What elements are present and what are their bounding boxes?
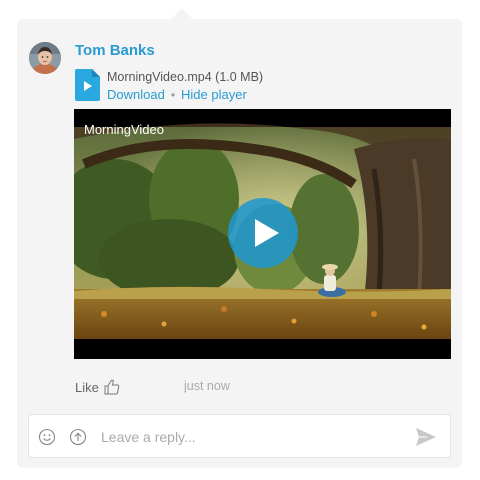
thumbs-up-icon xyxy=(104,379,120,395)
video-player[interactable]: MorningVideo xyxy=(74,109,451,359)
video-title: MorningVideo xyxy=(84,122,164,137)
attachment-actions: Download • Hide player xyxy=(107,87,247,102)
attachment-file-name: MorningVideo.mp4 (1.0 MB) xyxy=(107,70,264,84)
send-icon xyxy=(416,428,436,446)
play-icon xyxy=(255,219,279,247)
emoji-button[interactable] xyxy=(38,428,56,446)
play-button[interactable] xyxy=(228,198,298,268)
smiley-icon xyxy=(38,428,56,446)
like-label: Like xyxy=(75,379,99,395)
author-name[interactable]: Tom Banks xyxy=(75,42,155,59)
video-file-icon xyxy=(75,69,100,101)
post-timestamp: just now xyxy=(184,379,230,393)
avatar[interactable] xyxy=(29,42,61,74)
hide-player-link[interactable]: Hide player xyxy=(181,87,247,102)
download-link[interactable]: Download xyxy=(107,87,165,102)
separator-dot: • xyxy=(170,87,176,102)
upload-icon xyxy=(69,428,87,446)
user-avatar-image xyxy=(29,42,61,74)
send-button[interactable] xyxy=(415,427,437,447)
like-button[interactable]: Like xyxy=(75,378,121,396)
reply-input[interactable] xyxy=(101,425,401,449)
reply-box xyxy=(28,414,451,458)
upload-button[interactable] xyxy=(69,428,87,446)
